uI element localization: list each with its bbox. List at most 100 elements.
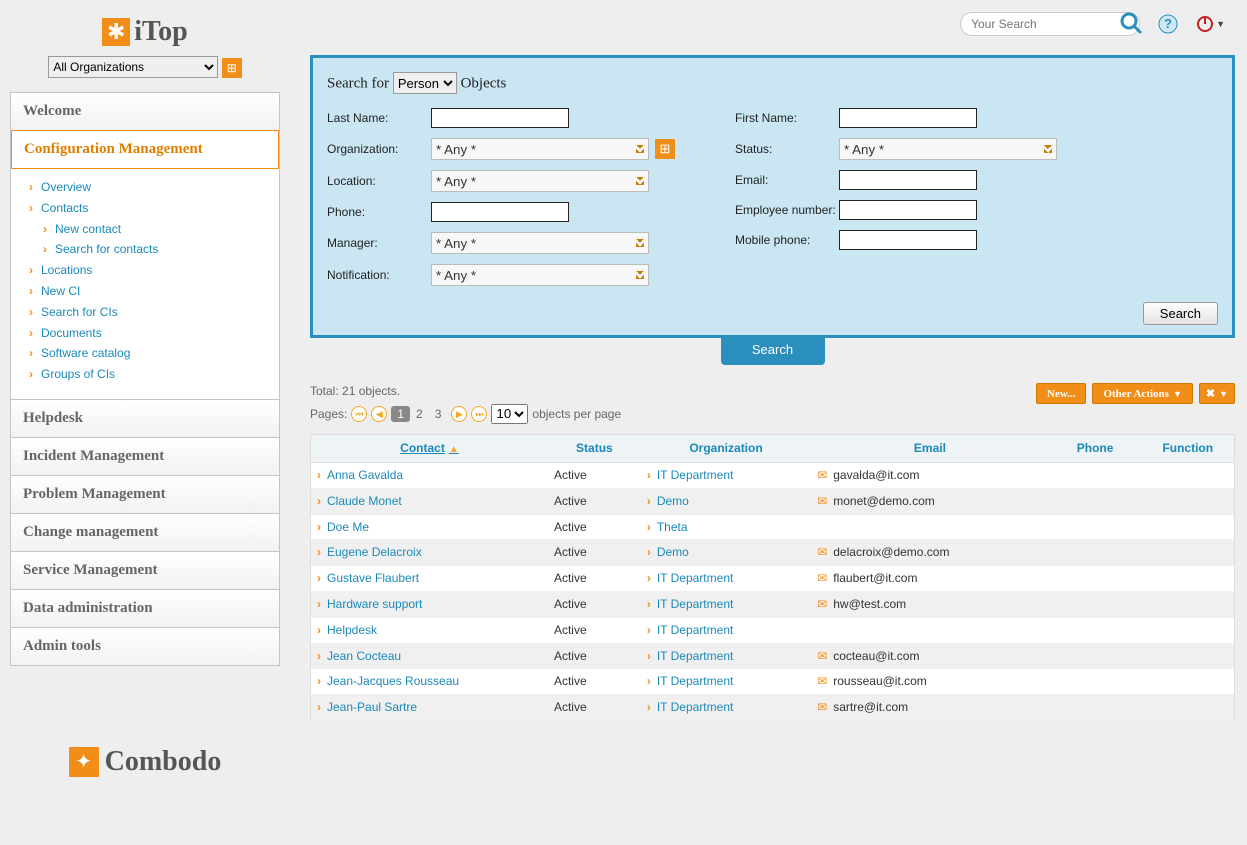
cell-email[interactable]: ✉gavalda@it.com: [811, 462, 1048, 488]
input-mobile[interactable]: [839, 230, 977, 250]
cell-status: Active: [548, 695, 641, 721]
logout-menu[interactable]: ▼: [1196, 15, 1225, 33]
page-number[interactable]: 1: [391, 406, 410, 422]
cell-contact[interactable]: Doe Me: [311, 514, 548, 540]
input-first-name[interactable]: [839, 108, 977, 128]
table-row: Eugene DelacroixActiveDemo✉delacroix@dem…: [311, 540, 1235, 566]
chevron-down-icon: ▼: [1173, 389, 1182, 399]
cell-organization[interactable]: IT Department: [641, 643, 811, 669]
column-status[interactable]: Status: [548, 434, 641, 462]
new-button[interactable]: New...: [1036, 383, 1086, 404]
page-next-icon[interactable]: ▶: [451, 406, 467, 422]
cell-contact[interactable]: Hardware support: [311, 591, 548, 617]
table-row: Hardware supportActiveIT Department✉hw@t…: [311, 591, 1235, 617]
menu-section-problem-management[interactable]: Problem Management: [11, 475, 279, 513]
search-button[interactable]: Search: [1143, 302, 1218, 325]
cell-email[interactable]: ✉hw@test.com: [811, 591, 1048, 617]
page-number[interactable]: 2: [410, 406, 429, 422]
column-email[interactable]: Email: [811, 434, 1048, 462]
cell-organization[interactable]: IT Department: [641, 566, 811, 592]
cell-phone: [1049, 695, 1142, 721]
cell-email[interactable]: ✉sartre@it.com: [811, 695, 1048, 721]
cell-organization[interactable]: Theta: [641, 514, 811, 540]
menu-section-change-management[interactable]: Change management: [11, 513, 279, 551]
select-organization[interactable]: * Any *: [431, 138, 649, 160]
menu-item[interactable]: Overview: [29, 177, 273, 198]
cell-contact[interactable]: Gustave Flaubert: [311, 566, 548, 592]
object-type-select[interactable]: Person: [393, 72, 457, 94]
menu-subitem[interactable]: Search for contacts: [43, 239, 273, 260]
cell-email[interactable]: ✉monet@demo.com: [811, 488, 1048, 514]
cell-organization[interactable]: Demo: [641, 488, 811, 514]
org-tree-icon[interactable]: [655, 139, 675, 159]
search-tab[interactable]: Search: [721, 337, 825, 365]
cell-email[interactable]: ✉cocteau@it.com: [811, 643, 1048, 669]
global-search-input[interactable]: [960, 12, 1140, 36]
column-phone[interactable]: Phone: [1049, 434, 1142, 462]
cell-function: [1142, 617, 1235, 643]
menu-item[interactable]: Groups of CIs: [29, 364, 273, 385]
column-function[interactable]: Function: [1142, 434, 1235, 462]
menu-subitem[interactable]: New contact: [43, 219, 273, 240]
tools-button[interactable]: ✖▼: [1199, 383, 1235, 404]
cell-organization[interactable]: IT Department: [641, 462, 811, 488]
cell-contact[interactable]: Claude Monet: [311, 488, 548, 514]
menu-section-configuration-management[interactable]: Configuration Management: [11, 130, 279, 169]
menu-body: OverviewContactsNew contactSearch for co…: [11, 169, 279, 399]
menu-section-service-management[interactable]: Service Management: [11, 551, 279, 589]
menu-section-incident-management[interactable]: Incident Management: [11, 437, 279, 475]
help-icon[interactable]: ?: [1158, 14, 1178, 34]
input-email[interactable]: [839, 170, 977, 190]
menu-item[interactable]: Locations: [29, 260, 273, 281]
search-icon[interactable]: [1118, 10, 1144, 41]
menu-section-data-administration[interactable]: Data administration: [11, 589, 279, 627]
cell-organization[interactable]: IT Department: [641, 669, 811, 695]
column-organization[interactable]: Organization: [641, 434, 811, 462]
select-notification[interactable]: * Any *: [431, 264, 649, 286]
per-page-select[interactable]: 10: [491, 404, 528, 424]
cell-organization[interactable]: IT Department: [641, 591, 811, 617]
cell-organization[interactable]: IT Department: [641, 695, 811, 721]
page-first-icon[interactable]: ⏮: [351, 406, 367, 422]
cell-email[interactable]: ✉delacroix@demo.com: [811, 540, 1048, 566]
top-bar: ? ▼: [960, 12, 1225, 36]
cell-contact[interactable]: Jean Cocteau: [311, 643, 548, 669]
mail-icon: ✉: [817, 674, 827, 688]
org-select[interactable]: All Organizations: [48, 56, 218, 78]
menu-item[interactable]: Contacts: [29, 198, 273, 219]
cell-phone: [1049, 669, 1142, 695]
cell-organization[interactable]: IT Department: [641, 617, 811, 643]
menu-section-welcome[interactable]: Welcome: [11, 93, 279, 130]
global-search-wrap: [960, 12, 1140, 36]
cell-email[interactable]: ✉rousseau@it.com: [811, 669, 1048, 695]
cell-contact[interactable]: Eugene Delacroix: [311, 540, 548, 566]
column-contact[interactable]: Contact▲: [311, 434, 548, 462]
menu-item[interactable]: Search for CIs: [29, 302, 273, 323]
menu-section-helpdesk[interactable]: Helpdesk: [11, 399, 279, 437]
select-status[interactable]: * Any *: [839, 138, 1057, 160]
menu-section-admin-tools[interactable]: Admin tools: [11, 627, 279, 665]
menu-item[interactable]: Software catalog: [29, 343, 273, 364]
input-phone[interactable]: [431, 202, 569, 222]
results-table: Contact▲StatusOrganizationEmailPhoneFunc…: [310, 434, 1235, 721]
table-row: Jean CocteauActiveIT Department✉cocteau@…: [311, 643, 1235, 669]
cell-contact[interactable]: Jean-Paul Sartre: [311, 695, 548, 721]
menu-item[interactable]: Documents: [29, 323, 273, 344]
input-employee-number[interactable]: [839, 200, 977, 220]
page-last-icon[interactable]: ⏭: [471, 406, 487, 422]
pages-label: Pages:: [310, 406, 347, 423]
select-manager[interactable]: * Any *: [431, 232, 649, 254]
cell-function: [1142, 462, 1235, 488]
input-last-name[interactable]: [431, 108, 569, 128]
cell-organization[interactable]: Demo: [641, 540, 811, 566]
page-number[interactable]: 3: [429, 406, 448, 422]
org-tree-button[interactable]: ⊞: [222, 58, 242, 78]
cell-contact[interactable]: Helpdesk: [311, 617, 548, 643]
other-actions-button[interactable]: Other Actions▼: [1092, 383, 1192, 404]
select-location[interactable]: * Any *: [431, 170, 649, 192]
page-prev-icon[interactable]: ◀: [371, 406, 387, 422]
cell-contact[interactable]: Anna Gavalda: [311, 462, 548, 488]
menu-item[interactable]: New CI: [29, 281, 273, 302]
cell-contact[interactable]: Jean-Jacques Rousseau: [311, 669, 548, 695]
cell-email[interactable]: ✉flaubert@it.com: [811, 566, 1048, 592]
